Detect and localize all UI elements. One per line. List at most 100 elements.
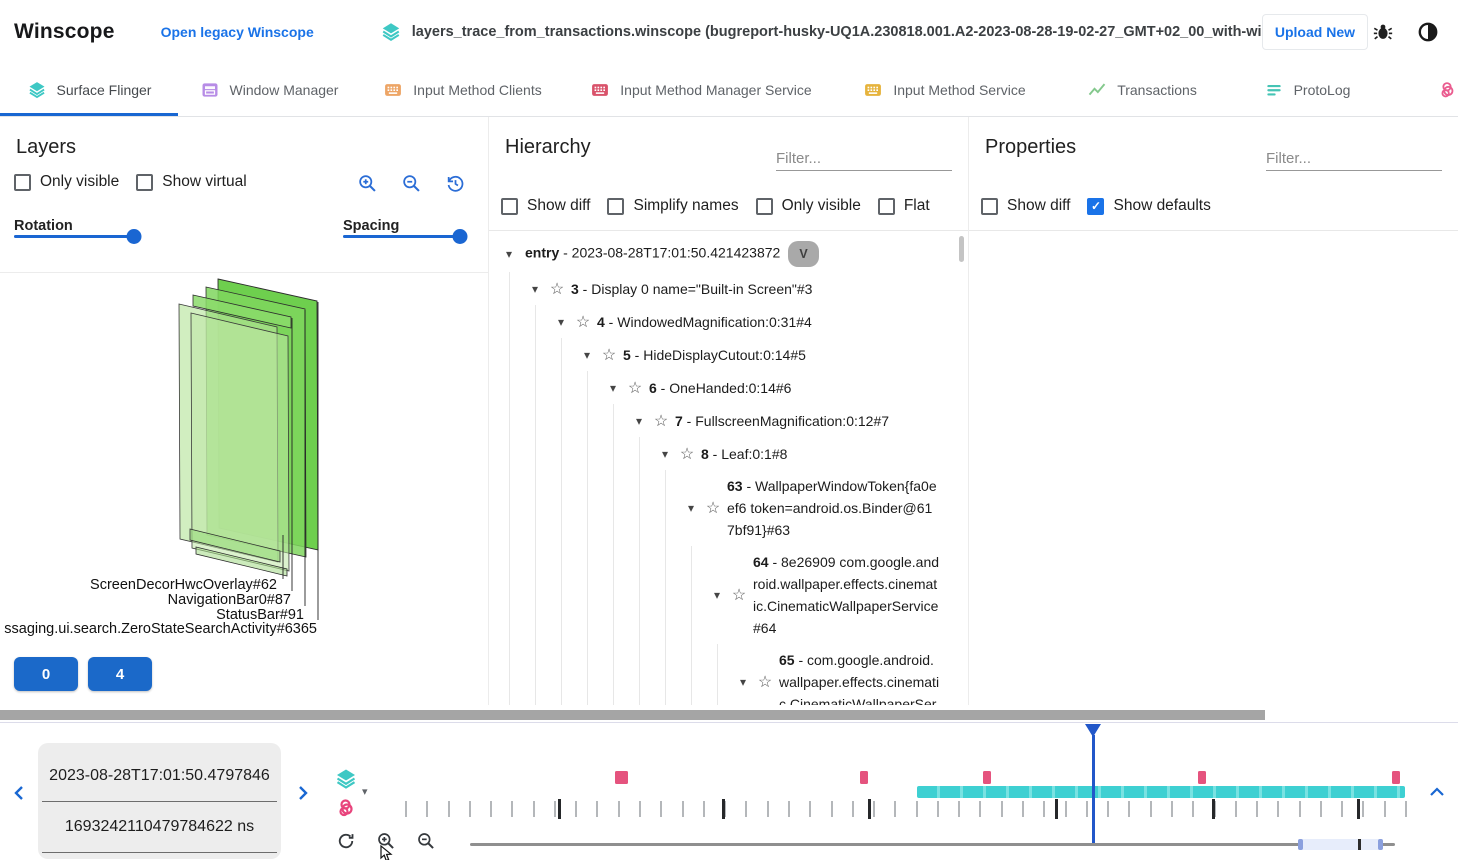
caret-down-icon[interactable]: ▾ — [362, 785, 368, 798]
tree-node[interactable]: ▾☆64 - 8e26909 com.google.android.wallpa… — [497, 546, 942, 644]
checkbox-only-visible[interactable]: Only visible — [14, 173, 119, 191]
indent-guide — [627, 470, 653, 546]
expand-arrow-icon[interactable]: ▾ — [679, 501, 703, 515]
pin-star-icon[interactable]: ☆ — [651, 411, 671, 431]
zoom-in-button[interactable] — [357, 173, 378, 194]
horizontal-scrollbar[interactable] — [0, 710, 1265, 720]
tree-node[interactable]: ▾☆63 - WallpaperWindowToken{fa0eef6 toke… — [497, 470, 942, 546]
pin-star-icon[interactable]: ☆ — [573, 312, 593, 332]
tree-node[interactable]: ▾☆65 - com.google.android.wallpaper.effe… — [497, 644, 942, 705]
pin-star-icon[interactable]: ☆ — [547, 279, 567, 299]
zoom-out-button[interactable] — [401, 173, 422, 194]
transition-marker[interactable] — [615, 771, 628, 784]
tab-transactions[interactable]: Transactions — [1052, 64, 1232, 116]
expand-arrow-icon[interactable]: ▾ — [497, 247, 521, 261]
checkbox-box — [501, 198, 518, 215]
expand-arrow-icon[interactable]: ▾ — [549, 315, 573, 329]
indent-guide — [627, 644, 653, 705]
rotation-slider[interactable] — [14, 229, 134, 243]
transition-marker[interactable] — [1198, 771, 1206, 784]
tab-surface-flinger[interactable]: Surface Flinger — [0, 64, 178, 116]
range-selection[interactable] — [1298, 839, 1383, 850]
layer-rect-3d[interactable] — [191, 313, 289, 571]
cursor-line — [1092, 735, 1095, 845]
transition-marker[interactable] — [860, 771, 868, 784]
reset-view-button[interactable] — [445, 173, 466, 194]
checkbox-show-virtual[interactable]: Show virtual — [136, 173, 246, 191]
rect-id-button-0[interactable]: 0 — [14, 657, 78, 691]
tab-input-method-clients[interactable]: Input Method Clients — [360, 64, 565, 116]
tree-node[interactable]: ▾☆4 - WindowedMagnification:0:31#4 — [497, 305, 942, 338]
pin-star-icon[interactable]: ☆ — [625, 378, 645, 398]
checkbox-flat[interactable]: Flat — [878, 197, 930, 215]
properties-filter-input[interactable] — [1266, 147, 1442, 171]
spacing-slider[interactable] — [343, 229, 460, 243]
expand-arrow-icon[interactable]: ▾ — [705, 588, 729, 602]
tab-input-method-manager-service[interactable]: Input Method Manager Service — [565, 64, 837, 116]
layers-icon — [380, 21, 402, 43]
tree-node[interactable]: ▾entry - 2023-08-28T17:01:50.421423872V — [497, 236, 942, 272]
tab-input-method-service[interactable]: Input Method Service — [837, 64, 1052, 116]
active-traces-selector[interactable] — [334, 767, 358, 820]
indent-guide — [497, 272, 523, 305]
checkbox-only-visible[interactable]: Only visible — [756, 197, 861, 215]
timeline-range-slider[interactable] — [470, 843, 1395, 846]
tree-node[interactable]: ▾☆5 - HideDisplayCutout:0:14#5 — [497, 338, 942, 371]
tab-protolog[interactable]: ProtoLog — [1232, 64, 1382, 116]
checkbox-simplify-names[interactable]: Simplify names — [607, 197, 738, 215]
indent-guide — [497, 305, 523, 338]
ns-timestamp-field[interactable]: 1693242110479784622 ns — [42, 802, 277, 853]
refresh-button[interactable] — [336, 831, 356, 851]
indent-guide — [523, 338, 549, 371]
upload-new-button[interactable]: Upload New — [1262, 14, 1368, 50]
hierarchy-filter-input[interactable] — [776, 147, 952, 171]
report-bug-button[interactable] — [1368, 17, 1398, 47]
timeline-tick — [788, 801, 790, 817]
slider-thumb[interactable] — [127, 229, 142, 244]
tab-window-manager[interactable]: Window Manager — [178, 64, 360, 116]
next-entry-button[interactable] — [292, 783, 312, 803]
indent-guide — [549, 404, 575, 437]
expand-arrow-icon[interactable]: ▾ — [523, 282, 547, 296]
pin-star-icon[interactable]: ☆ — [729, 585, 749, 605]
transition-marker[interactable] — [1392, 771, 1400, 784]
pin-star-icon[interactable]: ☆ — [599, 345, 619, 365]
collapse-timeline-button[interactable] — [1428, 785, 1446, 799]
tree-node[interactable]: ▾☆8 - Leaf:0:1#8 — [497, 437, 942, 470]
range-handle-left[interactable] — [1298, 839, 1303, 850]
tree-node[interactable]: ▾☆7 - FullscreenMagnification:0:12#7 — [497, 404, 942, 437]
transition-marker[interactable] — [983, 771, 991, 784]
timeline-tick — [1277, 801, 1279, 817]
timeline-canvas[interactable] — [405, 765, 1405, 850]
hierarchy-scrollbar[interactable] — [959, 236, 964, 262]
pin-star-icon[interactable]: ☆ — [755, 672, 775, 692]
expand-arrow-icon[interactable]: ▾ — [575, 348, 599, 362]
sf-trace-segment[interactable] — [917, 786, 1405, 798]
expand-arrow-icon[interactable]: ▾ — [627, 414, 651, 428]
human-timestamp-field[interactable]: 2023-08-28T17:01:50.4797846 — [42, 751, 277, 802]
expand-arrow-icon[interactable]: ▾ — [601, 381, 625, 395]
checkbox-show-defaults[interactable]: Show defaults — [1087, 197, 1210, 215]
rect-id-button-4[interactable]: 4 — [88, 657, 152, 691]
prev-entry-button[interactable] — [10, 783, 30, 803]
expand-arrow-icon[interactable]: ▾ — [653, 447, 677, 461]
checkbox-box — [981, 198, 998, 215]
checkbox-show-diff[interactable]: Show diff — [501, 197, 590, 215]
tree-node[interactable]: ▾☆6 - OneHanded:0:14#6 — [497, 371, 942, 404]
open-legacy-link[interactable]: Open legacy Winscope — [161, 24, 314, 40]
expand-arrow-icon[interactable]: ▾ — [731, 675, 755, 689]
pin-star-icon[interactable]: ☆ — [703, 498, 723, 518]
tab-label: Window Manager — [230, 82, 339, 98]
indent-guide — [601, 546, 627, 644]
indent-guide — [575, 437, 601, 470]
tree-node[interactable]: ▾☆3 - Display 0 name="Built-in Screen"#3 — [497, 272, 942, 305]
slider-thumb[interactable] — [453, 229, 468, 244]
dark-mode-toggle[interactable] — [1412, 16, 1444, 48]
checkbox-show-diff[interactable]: Show diff — [981, 197, 1070, 215]
tab-transitions[interactable]: Tra — [1382, 64, 1458, 116]
visibility-chip: V — [788, 241, 818, 267]
zoom-in-icon — [357, 173, 378, 194]
range-handle-right[interactable] — [1378, 839, 1383, 850]
timeline-tick — [660, 801, 662, 817]
pin-star-icon[interactable]: ☆ — [677, 444, 697, 464]
